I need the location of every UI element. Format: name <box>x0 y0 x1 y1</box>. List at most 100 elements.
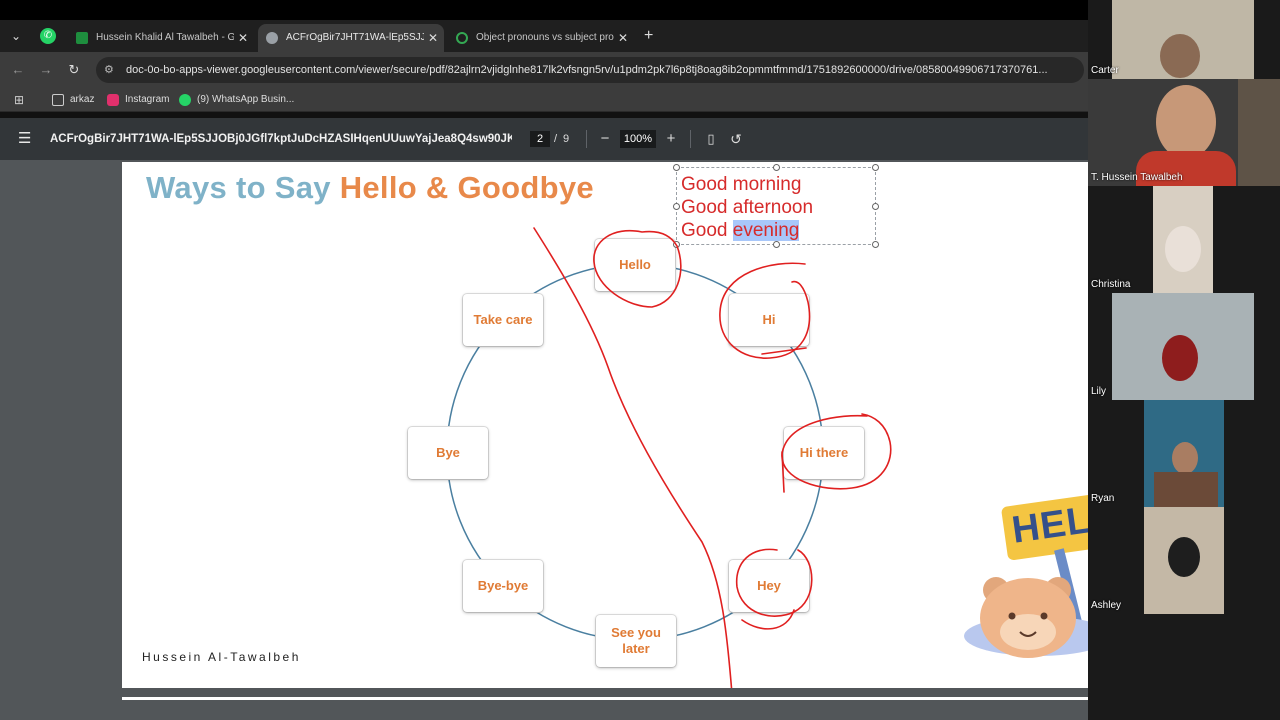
bookmark-instagram[interactable]: Instagram <box>107 88 169 112</box>
participant-name: Ashley <box>1091 600 1122 611</box>
page-separator: / <box>554 133 558 145</box>
participant-name: Carter <box>1091 65 1119 76</box>
tab-pdf-viewer[interactable]: ACFrOgBir7JHT71WA-lEp5SJJOBj ✕ <box>258 24 444 52</box>
card-take-care: Take care <box>463 294 543 346</box>
bookmark-label: arkaz <box>70 94 95 105</box>
greeting-evening[interactable]: Good evening <box>681 220 800 242</box>
card-see-you-later: See you later <box>596 615 676 667</box>
face <box>1162 335 1198 381</box>
participant-tile-carter[interactable]: Carter <box>1088 0 1280 79</box>
tab-spreadsheet[interactable]: Hussein Khalid Al Tawalbeh - Go ✕ <box>68 24 254 52</box>
bookmarks-bar: ⊞ arkaz Instagram (9) WhatsApp Busin... <box>0 88 1088 112</box>
participant-name: T. Hussein Tawalbeh <box>1091 172 1183 183</box>
resize-handle[interactable] <box>872 164 879 171</box>
omnibox[interactable]: ⚙ doc-0o-bo-apps-viewer.googleuserconten… <box>96 57 1084 83</box>
background-wall <box>1238 79 1280 186</box>
page-total: 9 <box>563 133 570 145</box>
tab-search-chevron-icon[interactable]: ⌄ <box>6 26 26 46</box>
participant-tile-hussein[interactable]: T. Hussein Tawalbeh <box>1088 79 1280 186</box>
close-icon[interactable]: ✕ <box>618 24 628 52</box>
whatsapp-pinned-tab-icon[interactable]: ✆ <box>40 28 56 44</box>
slide-title: Ways to Say Hello & Goodbye <box>146 170 594 206</box>
tab-label: Object pronouns vs subject pro <box>476 32 614 43</box>
card-bye-bye: Bye-bye <box>463 560 543 612</box>
resize-handle[interactable] <box>673 164 680 171</box>
face <box>1168 537 1200 577</box>
resize-handle[interactable] <box>673 241 680 248</box>
instagram-icon <box>107 94 119 106</box>
next-page-edge <box>122 697 1146 700</box>
participant-name: Christina <box>1091 279 1131 290</box>
face <box>1156 85 1216 159</box>
fit-page-icon[interactable]: ▯ <box>703 130 719 148</box>
toolbar-divider <box>586 130 587 148</box>
bookmark-arkaz[interactable]: arkaz <box>52 88 94 112</box>
zoom-level-input[interactable]: 100% <box>620 130 656 148</box>
bookmark-label: (9) WhatsApp Busin... <box>197 94 295 105</box>
selected-word: evening <box>732 220 800 241</box>
participant-name: Lily <box>1091 386 1107 397</box>
video-call-panel: Carter T. Hussein Tawalbeh Christina Lil… <box>1088 0 1280 720</box>
page-number-input[interactable]: 2 <box>530 131 550 147</box>
pdf-title: ACFrOgBir7JHT71WA-lEp5SJJOBj0JGfl7kptJuD… <box>50 133 512 145</box>
close-icon[interactable]: ✕ <box>428 24 438 52</box>
participant-tile-lily[interactable]: Lily <box>1088 293 1280 400</box>
participant-name: Ryan <box>1091 493 1115 504</box>
zoom-out-button[interactable]: − <box>598 130 612 148</box>
video-thumbnail <box>1144 400 1224 507</box>
rotate-icon[interactable]: ↺ <box>728 130 744 148</box>
bookmark-label: Instagram <box>125 94 170 105</box>
face <box>1165 226 1201 272</box>
greetings-textbox[interactable]: Good morning Good afternoon Good evening <box>673 164 879 248</box>
address-bar-row: ← → ↻ ⚙ doc-0o-bo-apps-viewer.googleuser… <box>0 52 1088 88</box>
video-thumbnail <box>1088 79 1280 186</box>
card-hello: Hello <box>595 239 675 291</box>
greeting-morning[interactable]: Good morning <box>681 174 801 196</box>
tab-label: Hussein Khalid Al Tawalbeh - Go <box>96 32 234 43</box>
resize-handle[interactable] <box>773 241 780 248</box>
toolbar-divider <box>690 130 691 148</box>
close-icon[interactable]: ✕ <box>238 24 248 52</box>
resize-handle[interactable] <box>872 203 879 210</box>
face <box>1172 442 1198 474</box>
participant-tile-christina[interactable]: Christina <box>1088 186 1280 293</box>
reload-icon[interactable]: ↻ <box>65 61 83 79</box>
author-credit: Hussein Al-Tawalbeh <box>142 650 301 664</box>
tab-bar: ⌄ ✆ Hussein Khalid Al Tawalbeh - Go ✕ AC… <box>0 20 1088 52</box>
greeting-evening-prefix: Good <box>681 220 733 241</box>
check-circle-icon <box>456 32 468 44</box>
pdf-toolbar: ☰ ACFrOgBir7JHT71WA-lEp5SJJOBj0JGfl7kptJ… <box>0 118 1088 160</box>
globe-icon <box>266 32 278 44</box>
video-thumbnail <box>1112 293 1254 400</box>
pdf-page: Ways to Say Hello & Goodbye Hello Hi Hi … <box>122 162 1146 688</box>
sheets-icon <box>76 32 88 44</box>
site-info-icon[interactable]: ⚙ <box>104 63 118 77</box>
tab-object-pronouns[interactable]: Object pronouns vs subject pro ✕ <box>448 24 634 52</box>
greeting-afternoon[interactable]: Good afternoon <box>681 197 813 219</box>
menu-icon[interactable]: ☰ <box>18 131 34 147</box>
top-strip <box>0 0 1088 20</box>
tab-label: ACFrOgBir7JHT71WA-lEp5SJJOBj <box>286 32 424 43</box>
whatsapp-icon <box>179 94 191 106</box>
forward-arrow-icon[interactable]: → <box>37 61 55 79</box>
screen: ⌄ ✆ Hussein Khalid Al Tawalbeh - Go ✕ AC… <box>0 0 1280 720</box>
resize-handle[interactable] <box>872 241 879 248</box>
resize-handle[interactable] <box>773 164 780 171</box>
zoom-in-button[interactable]: + <box>664 130 678 148</box>
video-thumbnail <box>1144 507 1224 614</box>
apps-grid-icon[interactable]: ⊞ <box>14 93 28 107</box>
pdf-canvas[interactable]: Ways to Say Hello & Goodbye Hello Hi Hi … <box>0 160 1146 720</box>
card-hi-there: Hi there <box>784 427 864 479</box>
face <box>1160 34 1200 78</box>
resize-handle[interactable] <box>673 203 680 210</box>
card-hey: Hey <box>729 560 809 612</box>
title-part-2: Hello & Goodbye <box>339 170 594 205</box>
bookmark-whatsapp[interactable]: (9) WhatsApp Busin... <box>179 88 294 112</box>
participant-tile-ashley[interactable]: Ashley <box>1088 507 1280 614</box>
new-tab-button[interactable]: + <box>644 24 658 48</box>
url-text[interactable]: doc-0o-bo-apps-viewer.googleusercontent.… <box>126 57 1076 83</box>
video-thumbnail <box>1153 186 1213 293</box>
back-arrow-icon[interactable]: ← <box>9 61 27 79</box>
participant-tile-ryan[interactable]: Ryan <box>1088 400 1280 507</box>
video-thumbnail <box>1112 0 1254 79</box>
